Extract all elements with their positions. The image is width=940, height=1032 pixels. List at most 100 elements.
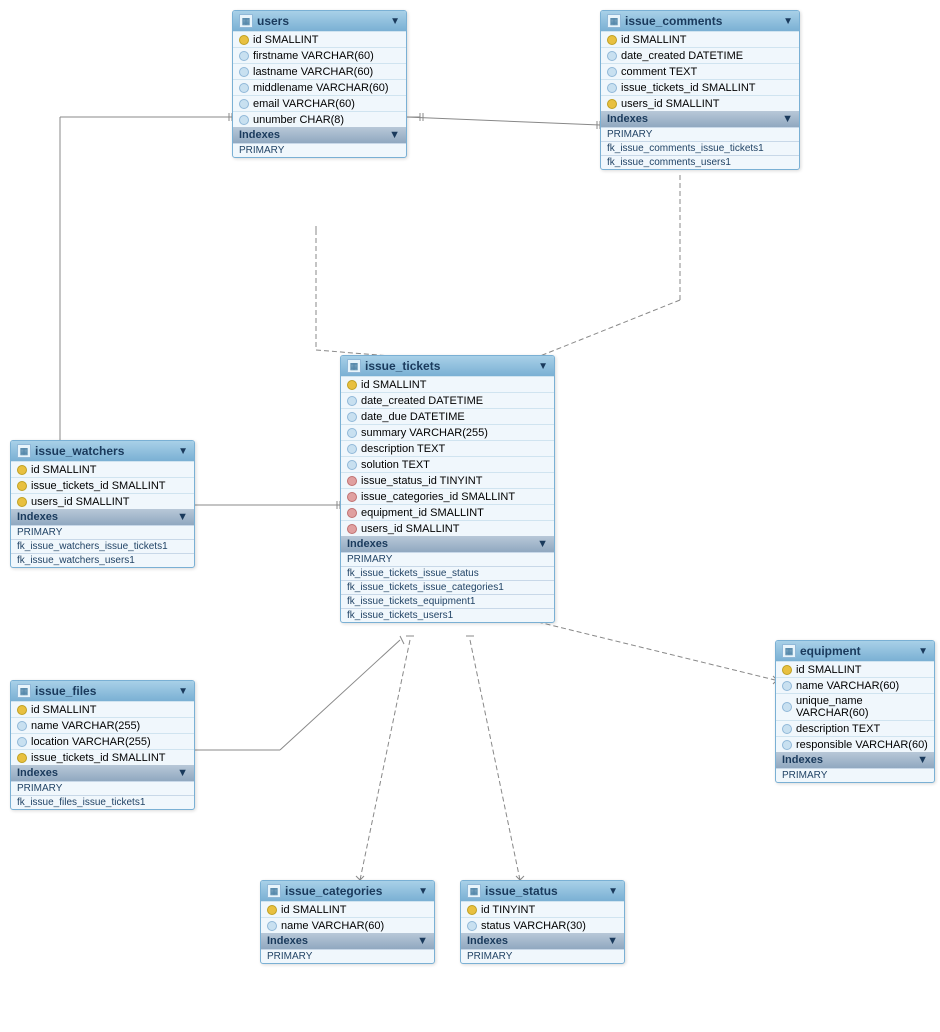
field-text: email VARCHAR(60) bbox=[253, 98, 355, 110]
key-icon bbox=[267, 905, 277, 915]
fk-icon bbox=[347, 396, 357, 406]
chevron[interactable]: ▼ bbox=[608, 886, 618, 897]
field-text: middlename VARCHAR(60) bbox=[253, 82, 389, 94]
chevron-users[interactable]: ▼ bbox=[390, 16, 400, 27]
indexes-header-if[interactable]: Indexes ▼ bbox=[11, 765, 194, 781]
chevron[interactable]: ▼ bbox=[918, 646, 928, 657]
indexes-header-users[interactable]: Indexes ▼ bbox=[233, 127, 406, 143]
fk-icon bbox=[239, 51, 249, 61]
field-text: status VARCHAR(30) bbox=[481, 920, 586, 932]
table-users-title: users bbox=[257, 14, 289, 28]
field-eq-unique-name: unique_name VARCHAR(60) bbox=[776, 693, 934, 720]
key-icon bbox=[782, 665, 792, 675]
field-eq-id: id SMALLINT bbox=[776, 661, 934, 677]
field-text: id TINYINT bbox=[481, 904, 535, 916]
field-icat-name: name VARCHAR(60) bbox=[261, 917, 434, 933]
fk-icon bbox=[17, 721, 27, 731]
indexes-header-icat[interactable]: Indexes ▼ bbox=[261, 933, 434, 949]
chevron-indexes[interactable]: ▼ bbox=[607, 935, 618, 947]
field-text: issue_tickets_id SMALLINT bbox=[621, 82, 756, 94]
chevron-indexes[interactable]: ▼ bbox=[177, 767, 188, 779]
table-issue-watchers-header: ▦ issue_watchers ▼ bbox=[11, 441, 194, 461]
field-ic-date: date_created DATETIME bbox=[601, 47, 799, 63]
chevron[interactable]: ▼ bbox=[178, 446, 188, 457]
field-it-summary: summary VARCHAR(255) bbox=[341, 424, 554, 440]
indexes-label: Indexes bbox=[239, 129, 280, 141]
indexes-header-iw[interactable]: Indexes ▼ bbox=[11, 509, 194, 525]
field-iw-tickets-id: issue_tickets_id SMALLINT bbox=[11, 477, 194, 493]
table-issue-status[interactable]: ▦ issue_status ▼ id TINYINT status VARCH… bbox=[460, 880, 625, 964]
field-icat-id: id SMALLINT bbox=[261, 901, 434, 917]
indexes-header-is[interactable]: Indexes ▼ bbox=[461, 933, 624, 949]
table-users[interactable]: ▦ users ▼ id SMALLINT firstname VARCHAR(… bbox=[232, 10, 407, 158]
table-issue-watchers[interactable]: ▦ issue_watchers ▼ id SMALLINT issue_tic… bbox=[10, 440, 195, 568]
key-icon bbox=[239, 35, 249, 45]
fk-icon bbox=[347, 428, 357, 438]
key-icon bbox=[17, 465, 27, 475]
table-issue-status-header: ▦ issue_status ▼ bbox=[461, 881, 624, 901]
chevron-indexes[interactable]: ▼ bbox=[782, 113, 793, 125]
table-issue-tickets-header: ▦ issue_tickets ▼ bbox=[341, 356, 554, 376]
chevron-indexes[interactable]: ▼ bbox=[417, 935, 428, 947]
field-if-location: location VARCHAR(255) bbox=[11, 733, 194, 749]
field-text: unumber CHAR(8) bbox=[253, 114, 344, 126]
field-users-firstname: firstname VARCHAR(60) bbox=[233, 47, 406, 63]
table-issue-comments-title: issue_comments bbox=[625, 14, 722, 28]
chevron[interactable]: ▼ bbox=[538, 361, 548, 372]
db-icon: ▦ bbox=[17, 684, 31, 698]
field-it-cat-id: issue_categories_id SMALLINT bbox=[341, 488, 554, 504]
field-it-date-created: date_created DATETIME bbox=[341, 392, 554, 408]
table-issue-comments-header: ▦ issue_comments ▼ bbox=[601, 11, 799, 31]
field-iw-id: id SMALLINT bbox=[11, 461, 194, 477]
field-if-tickets-id: issue_tickets_id SMALLINT bbox=[11, 749, 194, 765]
indexes-label: Indexes bbox=[267, 935, 308, 947]
table-issue-tickets-title: issue_tickets bbox=[365, 359, 440, 373]
table-equipment[interactable]: ▦ equipment ▼ id SMALLINT name VARCHAR(6… bbox=[775, 640, 935, 783]
fk-icon bbox=[239, 67, 249, 77]
field-text: date_created DATETIME bbox=[361, 395, 483, 407]
table-issue-comments[interactable]: ▦ issue_comments ▼ id SMALLINT date_crea… bbox=[600, 10, 800, 170]
field-text: users_id SMALLINT bbox=[621, 98, 719, 110]
index-it-fk3: fk_issue_tickets_equipment1 bbox=[341, 594, 554, 608]
indexes-header-it[interactable]: Indexes ▼ bbox=[341, 536, 554, 552]
fk-icon bbox=[782, 681, 792, 691]
chevron-indexes[interactable]: ▼ bbox=[917, 754, 928, 766]
indexes-header-ic[interactable]: Indexes ▼ bbox=[601, 111, 799, 127]
chevron-indexes[interactable]: ▼ bbox=[389, 129, 400, 141]
chevron-indexes[interactable]: ▼ bbox=[537, 538, 548, 550]
indexes-label: Indexes bbox=[782, 754, 823, 766]
table-issue-categories[interactable]: ▦ issue_categories ▼ id SMALLINT name VA… bbox=[260, 880, 435, 964]
field-text: date_due DATETIME bbox=[361, 411, 465, 423]
key-icon bbox=[607, 35, 617, 45]
table-issue-watchers-title: issue_watchers bbox=[35, 444, 124, 458]
db-icon: ▦ bbox=[267, 884, 281, 898]
fk-icon bbox=[239, 115, 249, 125]
db-icon: ▦ bbox=[347, 359, 361, 373]
chevron-indexes[interactable]: ▼ bbox=[177, 511, 188, 523]
field-users-id: id SMALLINT bbox=[233, 31, 406, 47]
fk-icon bbox=[17, 737, 27, 747]
indexes-label: Indexes bbox=[17, 511, 58, 523]
db-icon: ▦ bbox=[17, 444, 31, 458]
field-text: name VARCHAR(60) bbox=[796, 680, 899, 692]
chevron[interactable]: ▼ bbox=[783, 16, 793, 27]
field-text: name VARCHAR(255) bbox=[31, 720, 140, 732]
table-issue-files[interactable]: ▦ issue_files ▼ id SMALLINT name VARCHAR… bbox=[10, 680, 195, 810]
index-icat-primary: PRIMARY bbox=[261, 949, 434, 963]
chevron[interactable]: ▼ bbox=[178, 686, 188, 697]
field-text: responsible VARCHAR(60) bbox=[796, 739, 928, 751]
field-text: name VARCHAR(60) bbox=[281, 920, 384, 932]
index-users-primary: PRIMARY bbox=[233, 143, 406, 157]
chevron[interactable]: ▼ bbox=[418, 886, 428, 897]
table-issue-tickets[interactable]: ▦ issue_tickets ▼ id SMALLINT date_creat… bbox=[340, 355, 555, 623]
field-text: id SMALLINT bbox=[621, 34, 686, 46]
field-is-id: id TINYINT bbox=[461, 901, 624, 917]
field-text: unique_name VARCHAR(60) bbox=[796, 695, 928, 719]
indexes-header-eq[interactable]: Indexes ▼ bbox=[776, 752, 934, 768]
indexes-label: Indexes bbox=[347, 538, 388, 550]
field-users-lastname: lastname VARCHAR(60) bbox=[233, 63, 406, 79]
fk-icon bbox=[267, 921, 277, 931]
field-eq-name: name VARCHAR(60) bbox=[776, 677, 934, 693]
field-ic-users-id: users_id SMALLINT bbox=[601, 95, 799, 111]
field-text: id SMALLINT bbox=[281, 904, 346, 916]
